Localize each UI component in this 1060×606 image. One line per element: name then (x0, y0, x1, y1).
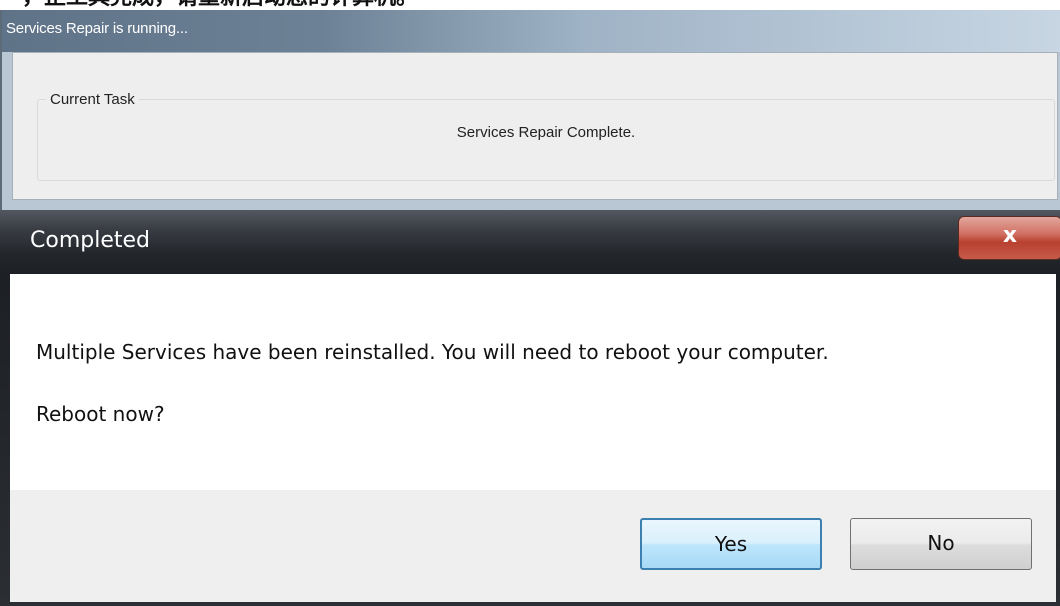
current-task-group: Current Task Services Repair Complete. (37, 91, 1055, 181)
completed-dialog: Completed x Multiple Services have been … (0, 210, 1060, 606)
dialog-message: Multiple Services have been reinstalled.… (36, 340, 829, 364)
current-task-label: Current Task (46, 91, 139, 108)
dialog-titlebar: Completed x (0, 210, 1060, 272)
close-icon: x (1002, 223, 1018, 248)
yes-button[interactable]: Yes (640, 518, 822, 570)
dialog-content: Multiple Services have been reinstalled.… (10, 274, 1056, 490)
dialog-footer: Yes No (10, 490, 1056, 602)
back-window-body: Current Task Services Repair Complete. (12, 52, 1058, 200)
close-button[interactable]: x (958, 216, 1060, 260)
services-repair-window: Services Repair is running... Current Ta… (0, 10, 1060, 210)
back-window-titlebar: Services Repair is running... (2, 10, 1060, 52)
page-caption: ，正工具完成，请重新启动您的计算机。 (22, 0, 418, 10)
no-button[interactable]: No (850, 518, 1032, 570)
current-task-text: Services Repair Complete. (456, 124, 636, 141)
dialog-question: Reboot now? (36, 402, 165, 426)
dialog-title: Completed (30, 228, 150, 253)
back-window-title: Services Repair is running... (6, 20, 188, 37)
